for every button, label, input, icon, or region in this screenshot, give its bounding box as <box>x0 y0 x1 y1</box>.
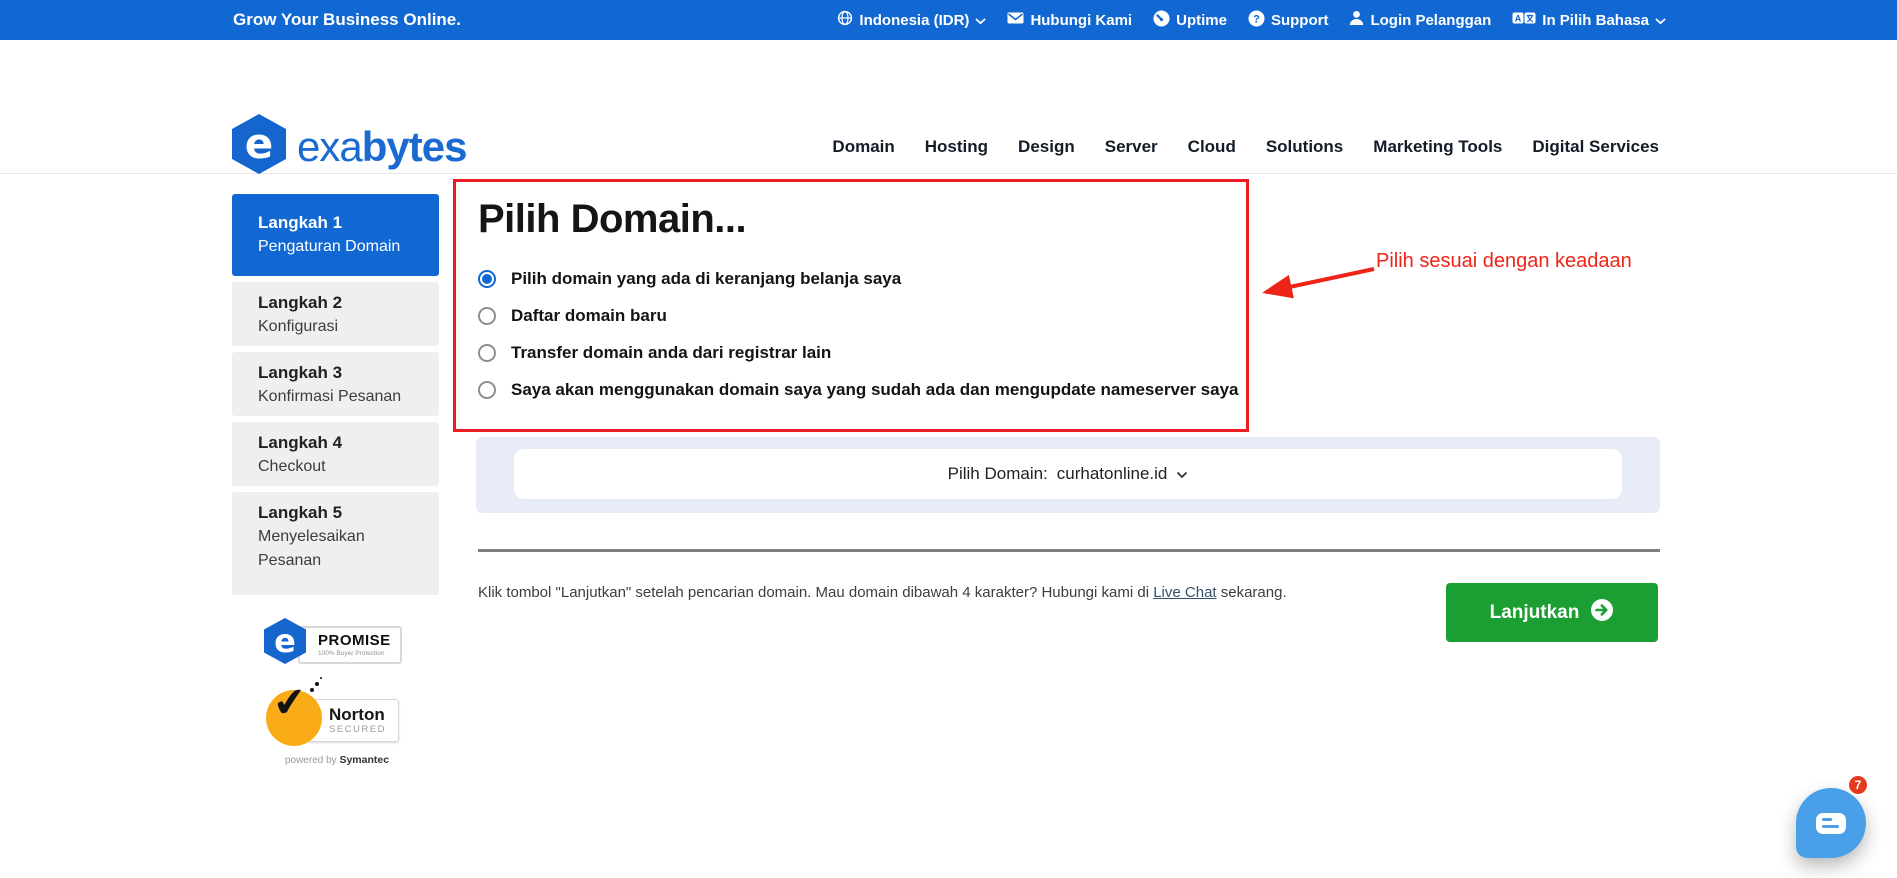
step-2-configuration[interactable]: Langkah 2 Konfigurasi <box>232 282 439 346</box>
step-subtitle: Menyelesaikan Pesanan <box>258 528 365 569</box>
hint-before: Klik tombol "Lanjutkan" setelah pencaria… <box>478 584 1154 601</box>
topbar-item-label: Login Pelanggan <box>1370 11 1492 29</box>
domain-picker-label: Pilih Domain: <box>947 464 1048 483</box>
logo-text: exabytes <box>297 122 467 170</box>
option-label: Transfer domain anda dari registrar lain <box>511 343 832 362</box>
site-header: e exabytes Domain Hosting Design Server … <box>0 40 1897 174</box>
option-transfer-domain[interactable]: Transfer domain anda dari registrar lain <box>478 340 1660 366</box>
topbar-item-currency[interactable]: Indonesia (IDR) <box>837 10 986 30</box>
topbar-menu: Indonesia (IDR) Hubungi Kami Uptime ? Su… <box>837 0 1666 40</box>
topbar-slogan: Grow Your Business Online. <box>233 10 461 29</box>
annotation-text: Pilih sesuai dengan keadaan <box>1376 250 1632 272</box>
domain-picker-value: curhatonline.id <box>1056 464 1168 483</box>
step-subtitle: Pengaturan Domain <box>258 238 401 255</box>
svg-text:A: A <box>1515 13 1522 23</box>
page: Grow Your Business Online. Indonesia (ID… <box>0 0 1897 878</box>
step-title: Langkah 5 <box>258 503 343 522</box>
nav-item-marketing-tools[interactable]: Marketing Tools <box>1373 137 1502 157</box>
topbar-item-label: Indonesia (IDR) <box>859 11 970 29</box>
domain-picker-dropdown[interactable]: Pilih Domain: curhatonline.id <box>514 449 1622 499</box>
topbar-item-language[interactable]: A In Pilih Bahasa <box>1512 10 1666 30</box>
promise-label: PROMISE <box>318 632 391 649</box>
norton-powered-by: powered by Symantec <box>284 754 390 766</box>
step-3-order-confirmation[interactable]: Langkah 3 Konfirmasi Pesanan <box>232 352 439 416</box>
topbar-item-label: Hubungi Kami <box>1030 11 1133 29</box>
step-subtitle: Konfirmasi Pesanan <box>258 388 402 405</box>
live-chat-link[interactable]: Live Chat <box>1153 584 1216 601</box>
nav-item-solutions[interactable]: Solutions <box>1266 137 1343 157</box>
step-5-complete-order[interactable]: Langkah 5 Menyelesaikan Pesanan <box>232 492 439 595</box>
step-title: Langkah 2 <box>258 293 343 312</box>
nav-item-digital-services[interactable]: Digital Services <box>1532 137 1659 157</box>
live-chat-launcher[interactable] <box>1796 788 1866 858</box>
promise-subtext: 100% Buyer Protection <box>318 650 385 657</box>
topbar-item-support[interactable]: ? Support <box>1248 10 1329 31</box>
step-subtitle: Konfigurasi <box>258 318 339 335</box>
step-title: Langkah 3 <box>258 363 343 382</box>
nav-item-domain[interactable]: Domain <box>832 137 894 157</box>
topbar: Grow Your Business Online. Indonesia (ID… <box>0 0 1897 40</box>
topbar-item-label: In Pilih Bahasa <box>1542 11 1649 29</box>
step-subtitle: Checkout <box>258 458 326 475</box>
option-label: Daftar domain baru <box>511 306 667 325</box>
nav-item-server[interactable]: Server <box>1105 137 1158 157</box>
domain-options-section: Pilih Domain... Pilih domain yang ada di… <box>478 196 1660 414</box>
radio-cart-domain[interactable] <box>478 270 496 288</box>
radio-use-existing-domain[interactable] <box>478 381 496 399</box>
step-title: Langkah 1 <box>258 213 343 232</box>
exabytes-promise-badge: PROMISE 100% Buyer Protection e <box>264 618 414 678</box>
main-nav: Domain Hosting Design Server Cloud Solut… <box>832 80 1659 213</box>
chevron-down-icon <box>975 12 986 29</box>
section-divider <box>478 549 1660 552</box>
checkout-steps: Langkah 1 Pengaturan Domain Langkah 2 Ko… <box>232 194 439 595</box>
user-icon <box>1349 10 1364 30</box>
support-question-icon: ? <box>1248 10 1265 31</box>
option-label: Pilih domain yang ada di keranjang belan… <box>511 269 902 288</box>
norton-check-icon: ✔ <box>266 678 322 746</box>
nav-item-design[interactable]: Design <box>1018 137 1075 157</box>
svg-text:e: e <box>245 119 274 168</box>
logo-hexagon-e-icon: e <box>232 114 286 179</box>
chat-unread-badge: 7 <box>1847 774 1869 796</box>
svg-text:?: ? <box>1253 13 1260 25</box>
hint-after: sekarang. <box>1216 584 1287 601</box>
option-use-existing-domain[interactable]: Saya akan menggunakan domain saya yang s… <box>478 377 1660 403</box>
continue-button[interactable]: Lanjutkan <box>1446 583 1658 642</box>
norton-subtext: SECURED <box>329 724 386 735</box>
step-4-checkout[interactable]: Langkah 4 Checkout <box>232 422 439 486</box>
nav-item-cloud[interactable]: Cloud <box>1188 137 1236 157</box>
uptime-gauge-icon <box>1153 10 1170 31</box>
option-label: Saya akan menggunakan domain saya yang s… <box>511 380 1239 399</box>
radio-transfer-domain[interactable] <box>478 344 496 362</box>
step-1-domain-setup[interactable]: Langkah 1 Pengaturan Domain <box>232 194 439 276</box>
mail-icon <box>1007 11 1024 29</box>
topbar-item-login[interactable]: Login Pelanggan <box>1349 10 1491 30</box>
norton-secured-badge: Norton SECURED ✔ powered by Symantec <box>266 678 426 768</box>
chevron-down-icon <box>1176 464 1188 484</box>
page-title: Pilih Domain... <box>478 197 747 241</box>
exabytes-logo[interactable]: e exabytes <box>232 114 467 179</box>
topbar-item-uptime[interactable]: Uptime <box>1153 10 1227 31</box>
continue-hint-text: Klik tombol "Lanjutkan" setelah pencaria… <box>478 582 1298 603</box>
step-title: Langkah 4 <box>258 433 343 452</box>
radio-register-new-domain[interactable] <box>478 307 496 325</box>
domain-picker-panel: Pilih Domain: curhatonline.id <box>476 437 1660 513</box>
topbar-item-label: Uptime <box>1176 11 1227 29</box>
chevron-down-icon <box>1655 12 1666 29</box>
globe-icon <box>837 10 853 30</box>
translate-icon: A <box>1512 10 1536 30</box>
chat-bubble-icon <box>1816 812 1846 834</box>
option-register-new-domain[interactable]: Daftar domain baru <box>478 303 1660 329</box>
nav-item-hosting[interactable]: Hosting <box>925 137 988 157</box>
svg-text:e: e <box>274 622 296 660</box>
norton-label: Norton <box>329 705 385 724</box>
arrow-right-circle-icon <box>1590 598 1614 628</box>
topbar-item-label: Support <box>1270 11 1329 29</box>
topbar-item-contact[interactable]: Hubungi Kami <box>1007 11 1132 29</box>
continue-button-label: Lanjutkan <box>1489 601 1580 623</box>
